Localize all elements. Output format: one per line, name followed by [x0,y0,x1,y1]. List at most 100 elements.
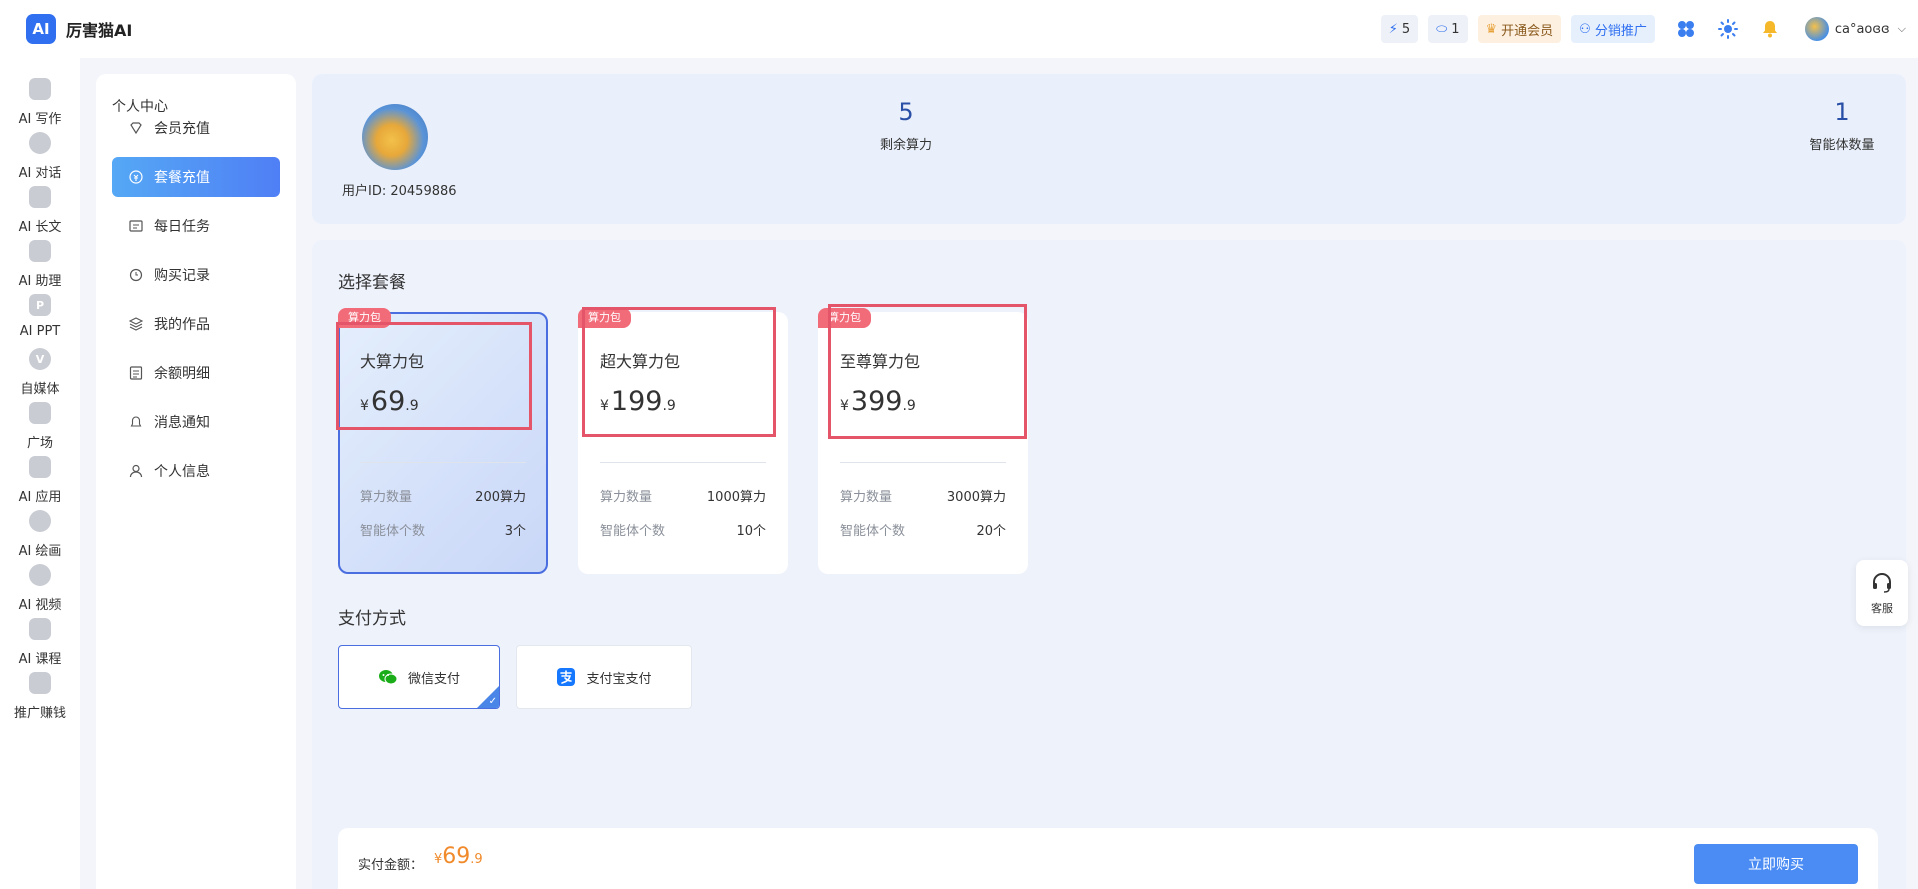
rail-item-label: AI 应用 [18,490,62,505]
payment-section-title: 支付方式 [338,609,406,629]
rail-item-label: 推广赚钱 [13,706,66,721]
rail-item[interactable]: AI 绘画 [0,504,80,564]
rail-item-label: AI 视频 [18,598,62,613]
rail-item[interactable]: AI 对话 [0,126,80,186]
sun-icon[interactable] [1717,18,1739,40]
compute-label: 算力数量 [600,490,653,505]
chat-count-chip[interactable]: ⬭ 1 [1428,15,1468,43]
rail-item-label: AI 长文 [18,220,62,235]
compute-label: 算力数量 [360,490,413,505]
menu-item[interactable]: 消息通知 [112,402,280,442]
rail-item[interactable]: 推广赚钱 [0,666,80,726]
menu-item[interactable]: 我的作品 [112,304,280,344]
rail-item[interactable]: AI 课程 [0,612,80,672]
money-icon [29,672,51,694]
crown-icon: ♛ [1485,21,1498,37]
agent-label: 智能体个数 [600,524,666,539]
menu-item[interactable]: 余额明细 [112,353,280,393]
menu-item[interactable]: 购买记录 [112,255,280,295]
compute-row: 算力数量 1000算力 [600,486,766,505]
media-icon: V [29,348,51,370]
energy-chip[interactable]: ⚡ 5 [1380,15,1419,43]
menu-item[interactable]: 每日任务 [112,206,280,246]
bell-icon [128,414,144,430]
agent-label: 智能体个数 [840,524,906,539]
rail-item-label: AI PPT [19,324,61,339]
side-menu: 个人中心 会员充值 套餐充值 每日任务 购买记录 我的作品 余额明细 消息通知 个人信息 [96,74,296,889]
pay-alipay-label: 支付宝支付 [586,671,652,687]
rail-item[interactable]: 广场 [0,396,80,456]
avatar [1804,17,1829,41]
distribution-label: 分销推广 [1594,23,1647,39]
pay-alipay-option[interactable]: 支付宝支付 [516,645,692,709]
remaining-compute-label: 剩余算力 [879,138,932,153]
amount-value: ¥69.9 [434,844,483,869]
rail-item[interactable]: AI 应用 [0,450,80,510]
rail-item[interactable]: V 自媒体 [0,342,80,402]
user-menu[interactable]: ca°aoɞɞ ⌵ [1804,17,1906,41]
rail-item-label: AI 助理 [18,274,62,289]
app-icon [29,456,51,478]
divider [840,462,1006,463]
coin-icon [128,169,144,185]
amount-int: 69 [442,844,471,869]
divider [600,462,766,463]
user-icon [128,463,144,479]
layers-icon [128,316,144,332]
compute-row: 算力数量 3000算力 [840,486,1006,505]
diamond-icon [128,120,144,136]
list-icon [128,365,144,381]
rail-item-label: 自媒体 [20,382,60,397]
bubble-icon: ⬭ [1436,21,1448,37]
menu-item-label: 每日任务 [154,219,210,235]
menu-item[interactable]: 会员充值 [112,108,280,148]
compute-value: 3000算力 [946,490,1006,505]
buy-now-button[interactable]: 立即购买 [1694,844,1858,884]
agent-count-value: 1 [1834,98,1850,126]
pay-wechat-option[interactable]: 微信支付 ✓ [338,645,500,709]
agent-value: 3个 [504,524,526,539]
agent-count-stat: 1 智能体数量 [1792,98,1892,153]
app-logo[interactable]: AI 厉害猫AI [26,14,132,44]
compute-label: 算力数量 [840,490,893,505]
chevron-down-icon: ⌵ [1897,22,1906,35]
top-header: AI 厉害猫AI ⚡ 5 ⬭ 1 ♛ 开通会员 ⚇ 分销推广 ca°aoɞɞ ⌵ [0,0,1918,58]
agent-row: 智能体个数 3个 [360,520,526,539]
apps-icon[interactable] [1675,18,1697,40]
assistant-icon [29,240,51,262]
rail-item-label: AI 课程 [18,652,62,667]
agent-count-label: 智能体数量 [1809,138,1875,153]
agent-row: 智能体个数 10个 [600,520,766,539]
agent-value: 20个 [976,524,1006,539]
menu-item-label: 消息通知 [154,415,210,431]
vip-button[interactable]: ♛ 开通会员 [1477,15,1562,43]
palette-icon [29,510,51,532]
checkout-bar: 实付金额： ¥69.9 立即购买 [338,828,1878,889]
user-id: 用户ID: 20459886 [342,184,457,199]
wechat-icon [378,670,398,685]
menu-item-label: 余额明细 [154,366,210,382]
profile-avatar[interactable] [362,104,428,170]
rail-item[interactable]: AI 写作 [0,72,80,132]
rail-item[interactable]: AI 助理 [0,234,80,294]
chat-count: 1 [1451,21,1460,37]
header-actions: ⚡ 5 ⬭ 1 ♛ 开通会员 ⚇ 分销推广 ca°aoɞɞ ⌵ [1371,0,1906,58]
username: ca°aoɞɞ [1834,21,1890,37]
bell-icon[interactable] [1759,18,1781,40]
history-icon [128,267,144,283]
customer-service-button[interactable]: 客服 [1856,560,1908,626]
lightning-icon: ⚡ [1388,21,1398,37]
rail-item-label: AI 对话 [18,166,62,181]
alipay-icon [557,668,576,686]
rail-item[interactable]: P AI PPT [0,288,80,348]
rail-item[interactable]: AI 长文 [0,180,80,240]
menu-item[interactable]: 套餐充值 [112,157,280,197]
compute-value: 1000算力 [706,490,766,505]
menu-item[interactable]: 个人信息 [112,451,280,491]
distribution-button[interactable]: ⚇ 分销推广 [1571,15,1655,43]
rail-item[interactable]: AI 视频 [0,558,80,618]
left-rail: AI 写作 AI 对话 AI 长文 AI 助理 P AI PPT V 自媒体 广场 AI 应用 AI… [0,58,80,889]
energy-count: 5 [1401,21,1411,37]
checkmark-icon: ✓ [488,696,497,707]
highlight-box [828,304,1027,439]
